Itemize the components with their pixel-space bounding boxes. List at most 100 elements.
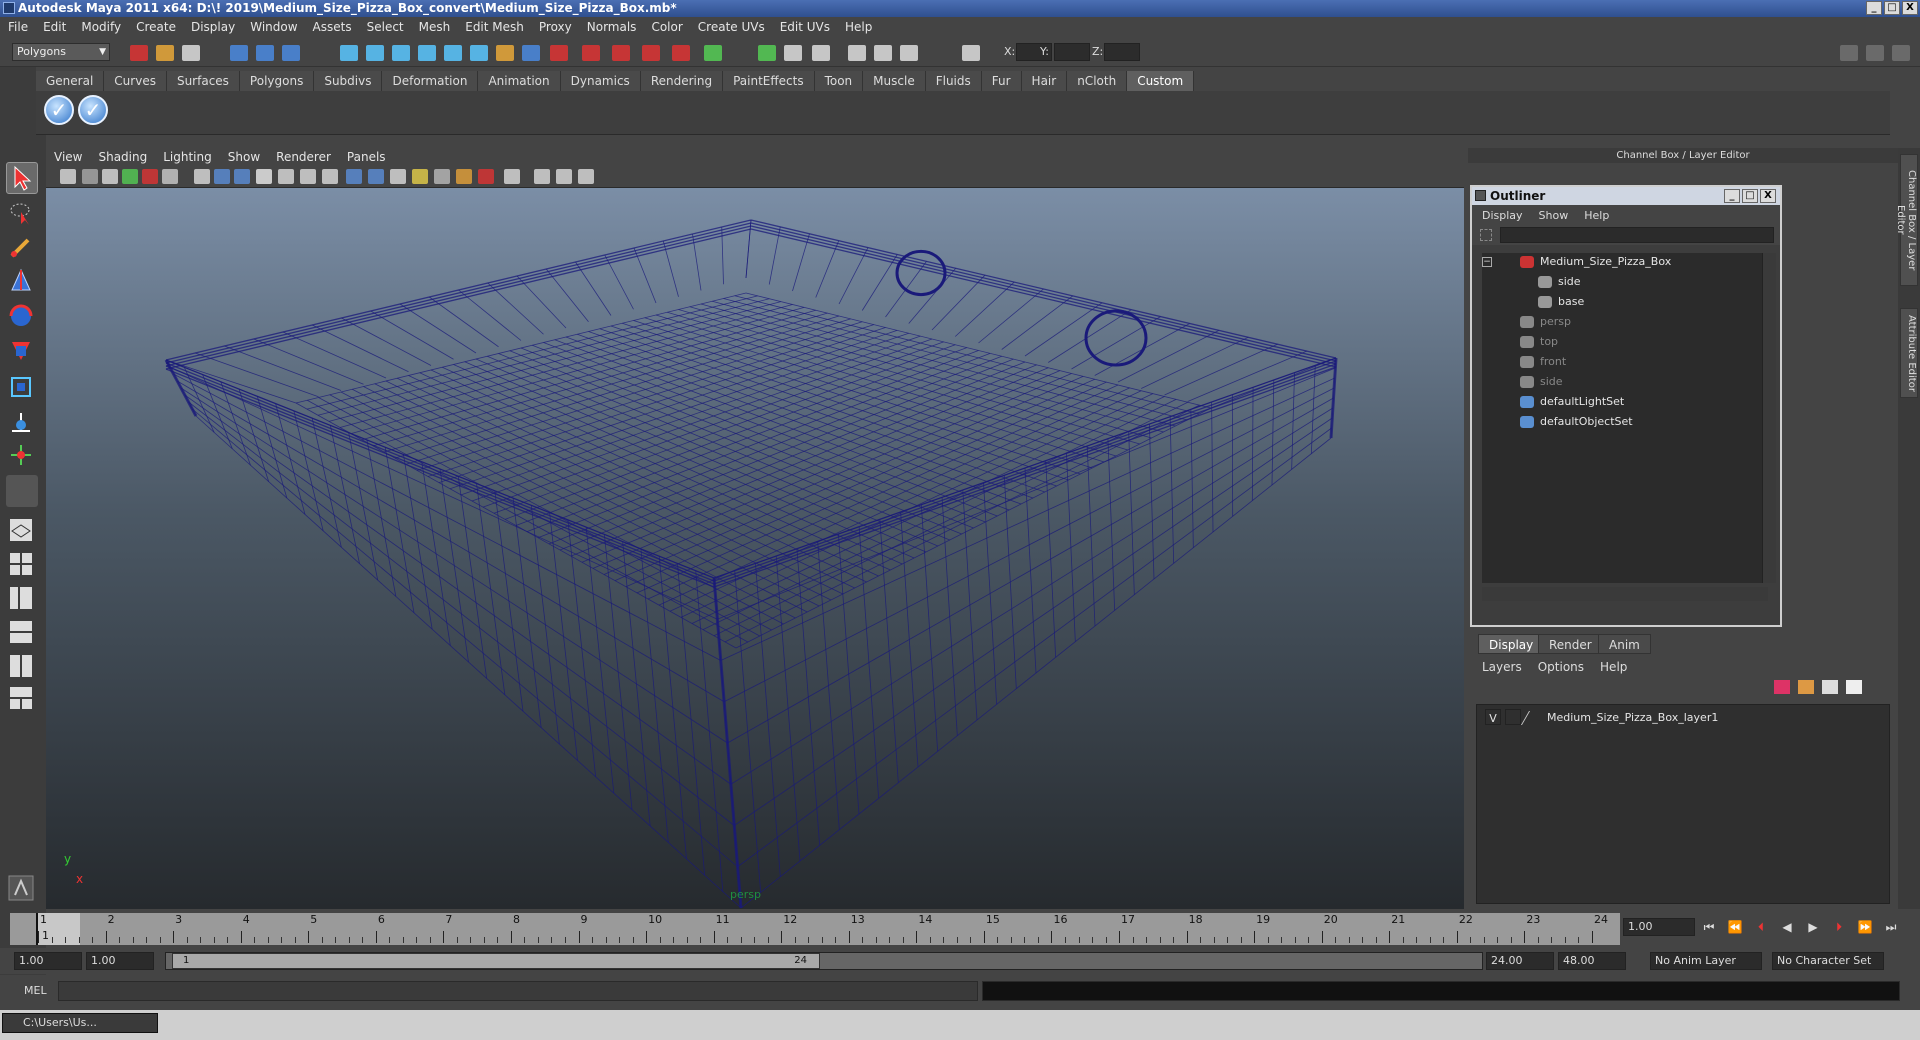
range-slider-knob[interactable]: 1 24 [172,953,820,969]
viewport-menu-show[interactable]: Show [228,150,260,164]
status-tool-icon-16[interactable] [582,45,600,61]
status-tool-icon-3[interactable] [182,45,200,61]
shelf-tab-general[interactable]: General [36,71,105,91]
new-layer-icon[interactable] [1774,680,1790,694]
shelf-tab-custom[interactable]: Custom [1127,71,1195,91]
step-back-icon[interactable]: ⏪ [1726,920,1744,936]
menu-edit[interactable]: Edit [43,20,66,34]
menu-proxy[interactable]: Proxy [539,20,572,34]
paint-select-tool-icon[interactable] [6,232,38,264]
menu-create[interactable]: Create [136,20,176,34]
layer-menu-options[interactable]: Options [1538,660,1584,674]
status-tool-icon-8[interactable] [366,45,384,61]
shelf-tab-fluids[interactable]: Fluids [925,71,982,91]
layer-visibility-toggle[interactable]: V [1485,709,1501,725]
status-tool-icon-26[interactable] [900,45,918,61]
viewport-tool-icon-14[interactable] [346,169,362,184]
outliner-item[interactable]: base [1538,293,1584,311]
start-time-field[interactable]: 1.00 [14,952,82,970]
status-tool-icon-22[interactable] [784,45,802,61]
outliner-item[interactable]: top [1520,333,1558,351]
taskbar-item[interactable]: C:\Users\Us... [2,1013,158,1033]
status-tool-icon-23[interactable] [812,45,830,61]
viewport-tool-icon-1[interactable] [60,169,76,184]
layer-menu-layers[interactable]: Layers [1482,660,1522,674]
layer-tab-render[interactable]: Render [1538,634,1603,654]
outliner-item[interactable]: front [1520,353,1566,371]
status-tool-icon-25[interactable] [874,45,892,61]
shelf-tab-hair[interactable]: Hair [1021,71,1068,91]
viewport-tool-icon-16[interactable] [390,169,406,184]
play-forwards-icon[interactable]: ▶ [1804,920,1822,936]
scale-tool-icon[interactable] [6,336,38,368]
status-tool-icon-5[interactable] [256,45,274,61]
viewport-tool-icon-5[interactable] [142,169,158,184]
shelf-tab-ncloth[interactable]: nCloth [1067,71,1128,91]
show-manipulator-icon[interactable] [6,440,38,472]
layer-options-icon[interactable] [1822,680,1838,694]
rotate-tool-icon[interactable] [6,301,38,333]
layer-tab-anim[interactable]: Anim [1598,634,1651,654]
menu-display[interactable]: Display [191,20,235,34]
viewport-tool-icon-20[interactable] [478,169,494,184]
outliner-horizontal-scrollbar[interactable] [1482,587,1768,601]
viewport-tool-icon-4[interactable] [122,169,138,184]
playback-end-field[interactable]: 24.00 [1486,952,1554,970]
viewport-tool-icon-21[interactable] [504,169,520,184]
custom-layout-icon[interactable] [6,683,38,715]
viewport-tool-icon-18[interactable] [434,169,450,184]
soft-modification-icon[interactable] [6,407,38,439]
outliner-item[interactable]: defaultObjectSet [1520,413,1633,431]
viewport-menu-lighting[interactable]: Lighting [163,150,212,164]
current-time-field[interactable]: 1.00 [1623,918,1695,936]
mel-label[interactable]: MEL [24,984,47,997]
status-tool-icon-10[interactable] [418,45,436,61]
layer-row[interactable]: V Medium_Size_Pizza_Box_layer1 [1477,709,1887,727]
hypershade-layout-icon[interactable] [6,651,38,683]
step-forward-icon[interactable]: ⏩ [1856,920,1874,936]
universal-manipulator-icon[interactable] [6,372,38,404]
viewport-tool-icon-22[interactable] [534,169,550,184]
viewport-menu-shading[interactable]: Shading [98,150,147,164]
status-tool-icon-20[interactable] [704,45,722,61]
shelf-check-icon-2[interactable]: ✓ [78,95,108,125]
outliner-close-button[interactable]: X [1760,189,1776,203]
move-tool-icon[interactable] [6,266,38,298]
empty-layer-icon[interactable] [1846,680,1862,694]
viewport-tool-icon-3[interactable] [102,169,118,184]
status-tool-icon-21[interactable] [758,45,776,61]
shelf-tab-surfaces[interactable]: Surfaces [166,71,240,91]
side-tab-attribute-editor[interactable]: Attribute Editor [1900,308,1918,398]
shelf-options[interactable] [0,67,36,135]
time-slider[interactable]: 1 1 2 3 4 5 6 7 8 9 10 11 12 13 14 15 16 17 18 19 20 21 22 23 24 [10,913,1620,945]
menu-window[interactable]: Window [250,20,297,34]
end-time-field[interactable]: 48.00 [1558,952,1626,970]
viewport-tool-icon-13[interactable] [322,169,338,184]
single-pane-layout-icon[interactable] [6,515,38,547]
status-tool-icon-7[interactable] [340,45,358,61]
shelf-tab-dynamics[interactable]: Dynamics [560,71,641,91]
lasso-tool-icon[interactable] [6,198,38,230]
status-tool-icon-1[interactable] [130,45,148,61]
side-tab-channel-box[interactable]: Channel Box / Layer Editor [1895,154,1918,286]
menu-color[interactable]: Color [651,20,682,34]
select-tool-icon[interactable] [6,162,38,194]
shelf-tab-fur[interactable]: Fur [981,71,1022,91]
status-tool-icon-15[interactable] [550,45,568,61]
menu-help[interactable]: Help [845,20,872,34]
status-tool-icon-4[interactable] [230,45,248,61]
menu-edit-mesh[interactable]: Edit Mesh [465,20,524,34]
new-layer-selected-icon[interactable] [1798,680,1814,694]
maximize-button[interactable]: □ [1884,1,1900,15]
viewport-tool-icon-24[interactable] [578,169,594,184]
viewport-menu-panels[interactable]: Panels [347,150,386,164]
character-set-dropdown[interactable]: No Character Set [1772,952,1884,970]
layout-options-icon[interactable] [6,715,38,733]
status-tool-icon-18[interactable] [642,45,660,61]
anim-layer-dropdown[interactable]: No Anim Layer [1650,952,1762,970]
status-tool-icon-12[interactable] [470,45,488,61]
outliner-item[interactable]: side [1520,373,1563,391]
status-tool-icon-11[interactable] [444,45,462,61]
play-backwards-icon[interactable]: ◀ [1778,920,1796,936]
status-tool-icon-17[interactable] [612,45,630,61]
